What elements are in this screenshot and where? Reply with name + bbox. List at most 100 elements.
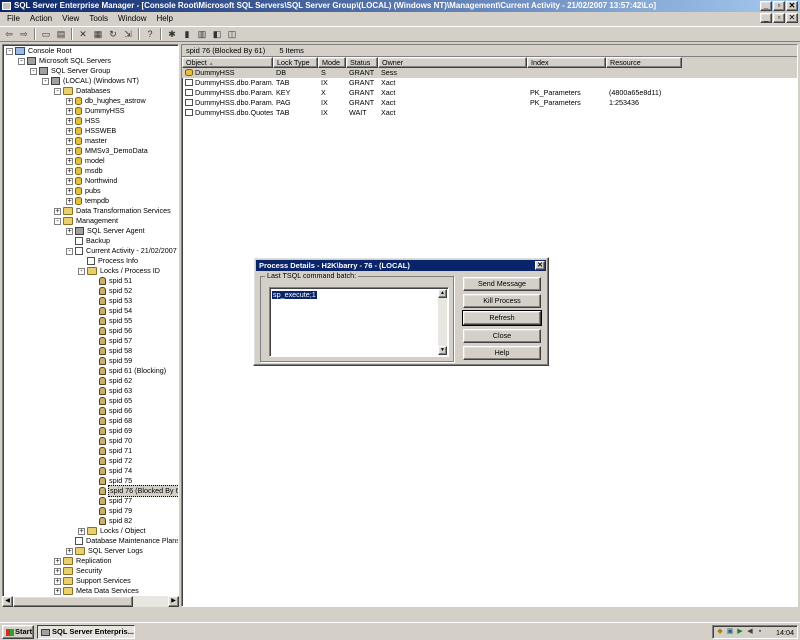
tree-item[interactable]: spid 63: [90, 386, 133, 396]
minimize-button[interactable]: _: [760, 1, 772, 11]
dialog-close-button[interactable]: ✕: [535, 261, 545, 270]
tree-item[interactable]: spid 52: [90, 286, 133, 296]
expand-icon[interactable]: +: [66, 137, 73, 145]
column-header-mode[interactable]: Mode: [318, 57, 346, 68]
tree-item[interactable]: spid 74: [90, 466, 133, 476]
tree-item[interactable]: + Northwind: [66, 176, 118, 186]
tree-item[interactable]: - Console Root: [6, 46, 73, 56]
expand-icon[interactable]: +: [54, 557, 61, 565]
menu-tools[interactable]: Tools: [84, 12, 113, 26]
tree-item[interactable]: + msdb: [66, 166, 104, 176]
tree-item[interactable]: + MMSv3_DemoData: [66, 146, 149, 156]
column-header-resource[interactable]: Resource: [606, 57, 682, 68]
mdi-minimize-button[interactable]: _: [760, 13, 772, 23]
expand-icon[interactable]: +: [66, 547, 73, 555]
lock-row[interactable]: DummyHSS DB S GRANT Sess: [182, 68, 797, 78]
tree-item[interactable]: + Security: [54, 566, 103, 576]
tree-item[interactable]: + model: [66, 156, 106, 166]
tree-item[interactable]: + Meta Data Services: [54, 586, 140, 596]
tree-item[interactable]: spid 59: [90, 356, 133, 366]
tree-item[interactable]: Backup: [66, 236, 111, 246]
menu-help[interactable]: Help: [151, 12, 177, 26]
close-dialog-button[interactable]: Close: [463, 329, 541, 343]
expand-icon[interactable]: +: [66, 117, 73, 125]
console-tree[interactable]: - Console Root - Microsoft SQL Servers - SQL …: [2, 44, 179, 607]
tree-item[interactable]: + HSSWEB: [66, 126, 117, 136]
menu-window[interactable]: Window: [113, 12, 151, 26]
tree-item[interactable]: + SQL Server Agent: [66, 226, 146, 236]
tree-item[interactable]: spid 79: [90, 506, 133, 516]
expand-icon[interactable]: +: [66, 147, 73, 155]
scroll-up-icon[interactable]: ▲: [438, 289, 447, 298]
expand-icon[interactable]: +: [54, 207, 61, 215]
collapse-icon[interactable]: -: [78, 267, 85, 275]
app-icon[interactable]: [2, 2, 11, 10]
title-bar[interactable]: SQL Server Enterprise Manager - [Console…: [0, 0, 800, 12]
expand-icon[interactable]: +: [66, 107, 73, 115]
scroll-down-icon[interactable]: ▼: [438, 346, 447, 355]
tree-item[interactable]: spid 76 (Blocked By 61): [90, 485, 178, 497]
expand-icon[interactable]: +: [66, 197, 73, 205]
close-button[interactable]: ✕: [786, 1, 798, 11]
wizard-icon[interactable]: ✱: [165, 28, 179, 41]
lock-row[interactable]: DummyHSS.dbo.Param... PAG IX GRANT Xact PK_Pa…: [182, 98, 797, 108]
refresh-icon[interactable]: ↻: [106, 28, 120, 41]
tree-item[interactable]: + pubs: [66, 186, 102, 196]
tree-item[interactable]: spid 53: [90, 296, 133, 306]
refresh-button[interactable]: Refresh: [462, 310, 542, 326]
taskbar-button-enterprise-manager[interactable]: SQL Server Enterpris...: [37, 625, 135, 639]
tree-item[interactable]: spid 71: [90, 446, 133, 456]
monitor-icon[interactable]: ▪: [756, 628, 764, 636]
tree-item[interactable]: spid 68: [90, 416, 133, 426]
tree-item[interactable]: - Locks / Process ID: [78, 266, 161, 276]
scroll-left-icon[interactable]: ◀: [2, 596, 13, 607]
collapse-icon[interactable]: -: [66, 247, 73, 255]
tree-item[interactable]: + Locks / Object: [78, 526, 147, 536]
scroll-thumb[interactable]: [13, 596, 133, 607]
tree-item[interactable]: spid 69: [90, 426, 133, 436]
tree-item[interactable]: spid 51: [90, 276, 133, 286]
expand-icon[interactable]: +: [66, 177, 73, 185]
tree-item[interactable]: spid 55: [90, 316, 133, 326]
expand-icon[interactable]: +: [54, 567, 61, 575]
help-button[interactable]: Help: [463, 346, 541, 360]
tree-item[interactable]: spid 57: [90, 336, 133, 346]
new-database-icon[interactable]: ▥: [195, 28, 209, 41]
collapse-icon[interactable]: -: [30, 67, 37, 75]
lock-row[interactable]: DummyHSS.dbo.Param... TAB IX GRANT Xact: [182, 78, 797, 88]
textbox-vertical-scrollbar[interactable]: ▲ ▼: [438, 289, 447, 355]
menu-action[interactable]: Action: [25, 12, 57, 26]
tree-item[interactable]: - Databases: [54, 86, 111, 96]
column-header-owner[interactable]: Owner: [378, 57, 527, 68]
network-icon[interactable]: ▣: [726, 628, 734, 636]
expand-icon[interactable]: +: [66, 97, 73, 105]
tsql-batch-text[interactable]: sp_execute;1: [272, 291, 317, 299]
shield-icon[interactable]: ◆: [716, 628, 724, 636]
tree-item[interactable]: spid 61 (Blocking): [90, 366, 167, 376]
collapse-icon[interactable]: -: [42, 77, 49, 85]
expand-icon[interactable]: +: [66, 167, 73, 175]
tree-item[interactable]: + Data Transformation Services: [54, 206, 172, 216]
speaker-icon[interactable]: ◀: [746, 628, 754, 636]
tree-item[interactable]: spid 62: [90, 376, 133, 386]
collapse-icon[interactable]: -: [18, 57, 25, 65]
help-icon[interactable]: ?: [143, 28, 157, 41]
collapse-icon[interactable]: -: [54, 217, 61, 225]
lock-row[interactable]: DummyHSS.dbo.Quotes TAB IX WAIT Xact: [182, 108, 797, 118]
new-login-icon[interactable]: ◧: [210, 28, 224, 41]
tree-item[interactable]: spid 54: [90, 306, 133, 316]
column-header-status[interactable]: Status: [346, 57, 378, 68]
expand-icon[interactable]: +: [78, 527, 85, 535]
sql-service-icon[interactable]: ▶: [736, 628, 744, 636]
start-button[interactable]: Start: [2, 625, 34, 639]
tree-item[interactable]: spid 77: [90, 496, 133, 506]
tree-item[interactable]: spid 65: [90, 396, 133, 406]
tree-item[interactable]: spid 72: [90, 456, 133, 466]
expand-icon[interactable]: +: [66, 127, 73, 135]
tree-item[interactable]: spid 82: [90, 516, 133, 526]
delete-icon[interactable]: ✕: [76, 28, 90, 41]
tree-item[interactable]: + Support Services: [54, 576, 132, 586]
new-job-icon[interactable]: ◫: [225, 28, 239, 41]
collapse-icon[interactable]: -: [54, 87, 61, 95]
tree-item[interactable]: + HSS: [66, 116, 101, 126]
